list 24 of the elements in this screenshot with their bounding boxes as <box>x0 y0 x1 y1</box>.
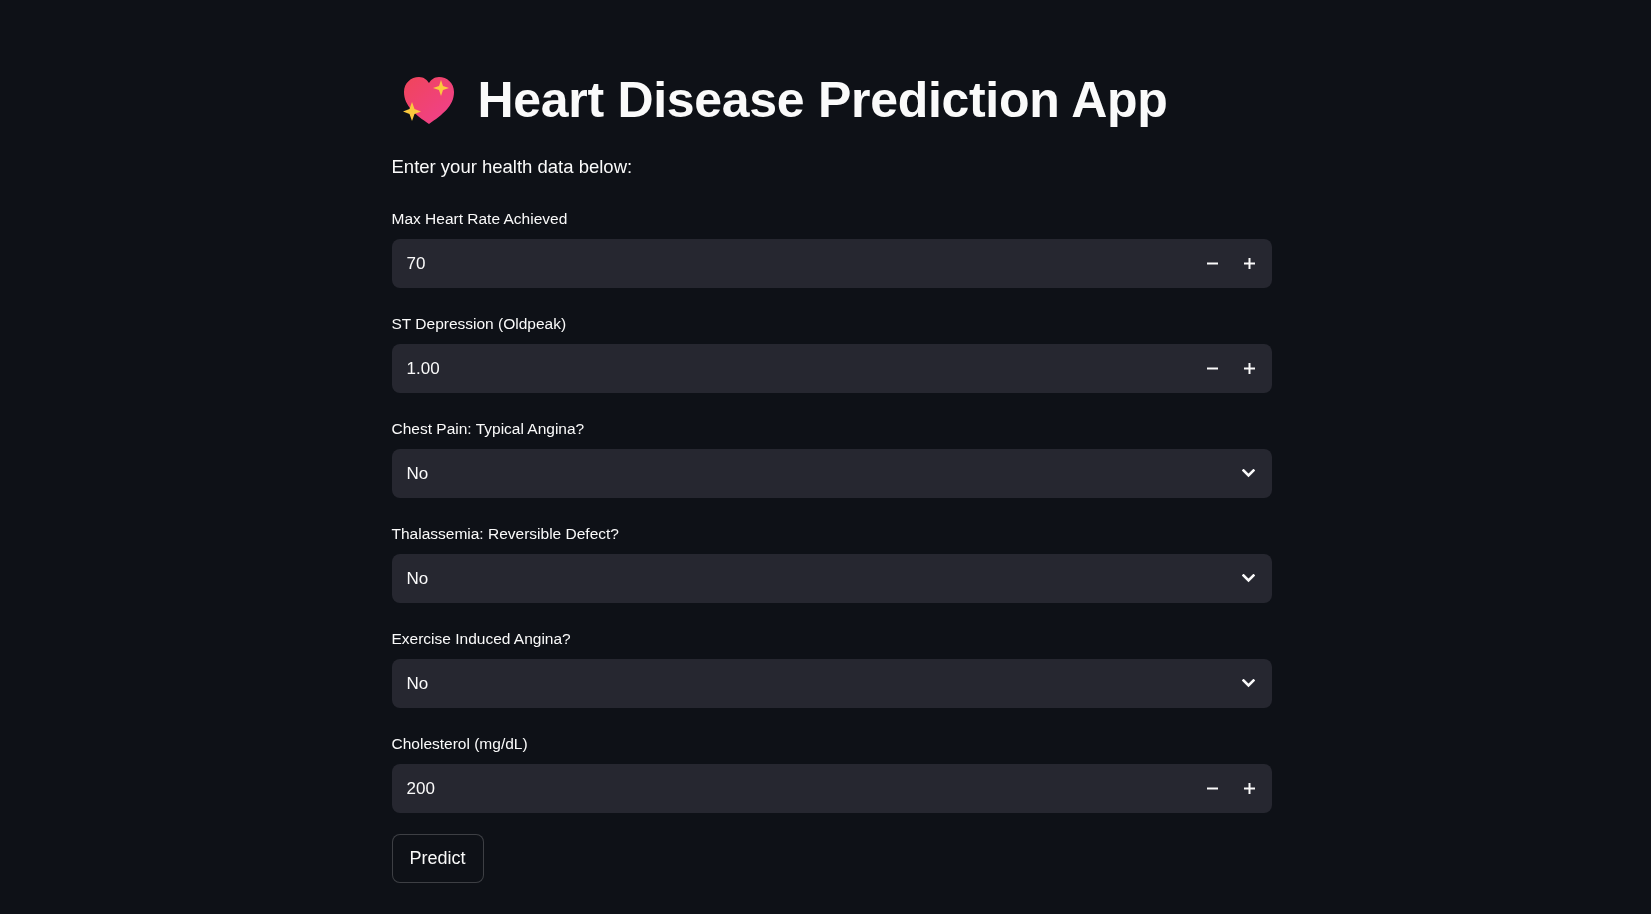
page-title: Heart Disease Prediction App <box>477 71 1168 130</box>
field-label: ST Depression (Oldpeak) <box>391 314 567 334</box>
increment-button[interactable] <box>1231 764 1272 813</box>
plus-icon <box>1244 783 1255 794</box>
plus-icon <box>1244 258 1255 269</box>
predict-button[interactable]: Predict <box>391 834 484 883</box>
number-input[interactable]: 70 <box>391 239 1194 288</box>
field-label: Cholesterol (mg/dL) <box>391 734 528 754</box>
field-label: Max Heart Rate Achieved <box>391 209 568 229</box>
dropdown[interactable]: No <box>391 449 1272 498</box>
chevron-down-icon <box>1241 574 1255 583</box>
chevron-down-icon <box>1241 469 1255 478</box>
field-label: Thalassemia: Reversible Defect? <box>391 524 619 544</box>
field-label: Exercise Induced Angina? <box>391 629 571 649</box>
subtitle: Enter your health data below: <box>391 155 634 179</box>
chevron-down-icon <box>1241 679 1255 688</box>
plus-icon <box>1244 363 1255 374</box>
dropdown[interactable]: No <box>391 554 1272 603</box>
field-label: Chest Pain: Typical Angina? <box>391 419 585 439</box>
number-input[interactable]: 1.00 <box>391 344 1194 393</box>
increment-button[interactable] <box>1231 344 1272 393</box>
number-input[interactable]: 200 <box>391 764 1194 813</box>
dropdown[interactable]: No <box>391 659 1272 708</box>
increment-button[interactable] <box>1231 239 1272 288</box>
